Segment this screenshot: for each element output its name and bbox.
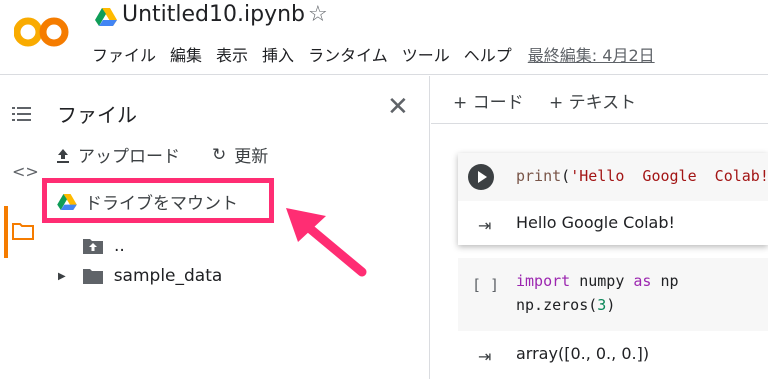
code-cell[interactable]: print('Hello Google Colab!') ⇥ Hello Goo… [458, 153, 768, 245]
star-icon[interactable]: ☆ [308, 2, 328, 27]
close-icon[interactable]: ✕ [387, 92, 409, 122]
pointer-arrow-icon [286, 208, 367, 277]
menu-view[interactable]: 表示 [216, 42, 248, 66]
tree-item-label: .. [114, 236, 125, 256]
folder-icon [82, 269, 103, 284]
upload-label: アップロード [78, 147, 180, 167]
upload-button[interactable]: アップロード [56, 142, 180, 167]
cell-editor[interactable]: print('Hello Google Colab!') [458, 153, 768, 201]
cell-output: array([0., 0., 0.]) [516, 344, 650, 363]
mount-drive-highlight: ドライブをマウント [42, 178, 274, 223]
code-snippets-icon[interactable]: <> [12, 162, 39, 181]
code-line[interactable]: import numpy as np [516, 272, 679, 290]
refresh-icon: ↻ [212, 144, 227, 165]
cell-output: Hello Google Colab! [516, 213, 675, 232]
code-line[interactable]: np.zeros(3) [516, 296, 615, 314]
active-indicator [4, 206, 8, 258]
app-header: Untitled10.ipynb ☆ ファイル 編集 表示 挿入 ランタイム ツ… [0, 0, 768, 75]
menu-runtime[interactable]: ランタイム [308, 42, 388, 66]
files-folder-icon[interactable] [12, 222, 34, 240]
menu-insert[interactable]: 挿入 [262, 42, 294, 66]
menu-edit[interactable]: 編集 [170, 42, 202, 66]
last-edit-link[interactable]: 最終編集: 4月2日 [528, 42, 655, 66]
refresh-label: 更新 [234, 147, 269, 167]
execution-count[interactable]: [ ] [472, 276, 499, 294]
add-code-button[interactable]: + コード [453, 88, 524, 113]
output-icon[interactable]: ⇥ [478, 347, 491, 366]
table-of-contents-icon[interactable] [12, 106, 32, 122]
run-cell-button[interactable] [468, 164, 494, 190]
upload-icon [57, 148, 69, 163]
panel-title: ファイル [57, 103, 137, 127]
output-icon[interactable]: ⇥ [478, 216, 491, 235]
menu-tools[interactable]: ツール [402, 42, 450, 66]
add-text-button[interactable]: + テキスト [549, 88, 636, 113]
tree-item-sample-data[interactable]: ▶ sample_data [58, 266, 222, 286]
google-drive-icon [95, 8, 117, 26]
menu-file[interactable]: ファイル [92, 42, 156, 66]
code-line[interactable]: print('Hello Google Colab!') [516, 167, 768, 185]
notebook-title[interactable]: Untitled10.ipynb [122, 2, 305, 27]
refresh-button[interactable]: ↻ 更新 [212, 142, 269, 168]
tree-item-parent[interactable]: .. [82, 236, 125, 256]
google-drive-icon [57, 193, 77, 210]
menu-help[interactable]: ヘルプ [464, 42, 512, 66]
folder-up-icon [83, 239, 103, 254]
menu-bar: ファイル 編集 表示 挿入 ランタイム ツール ヘルプ 最終編集: 4月2日 [92, 42, 655, 66]
mount-drive-label: ドライブをマウント [85, 194, 238, 214]
caret-right-icon[interactable]: ▶ [58, 271, 66, 282]
mount-drive-button[interactable]: ドライブをマウント [57, 189, 238, 214]
left-icon-strip: <> [0, 76, 44, 379]
file-panel: ファイル ✕ アップロード ↻ 更新 ドライブをマウント .. ▶ sample… [42, 76, 430, 379]
colab-logo[interactable] [14, 14, 70, 50]
notebook-toolbar: + コード + テキスト [431, 76, 768, 124]
tree-item-label: sample_data [113, 266, 223, 286]
code-cell[interactable]: [ ] import numpy as np np.zeros(3) [458, 258, 768, 331]
